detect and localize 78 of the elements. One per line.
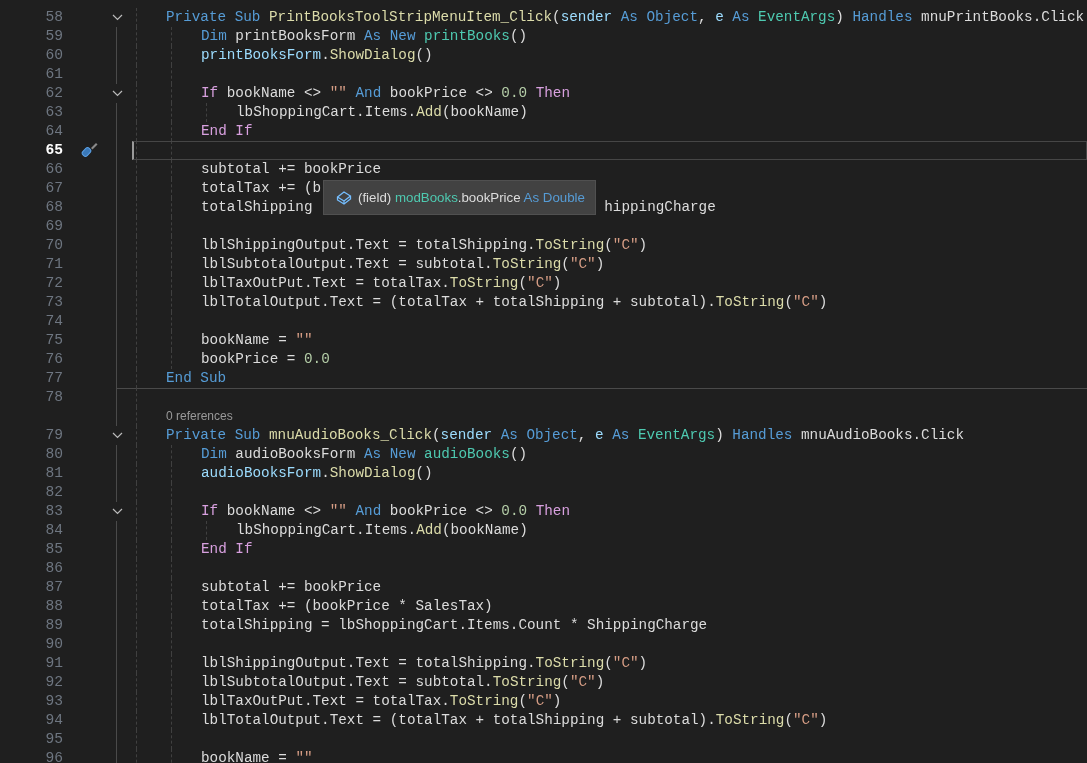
line-number: 63 [44, 102, 63, 122]
line-number: 60 [44, 45, 63, 65]
code-line: totalTax += (b [201, 178, 322, 198]
code-line: totalShipping = lbShoppingCart.Items.Count * ShippingCharge [201, 615, 708, 635]
code-line: End If [201, 121, 253, 141]
line-number: 66 [44, 159, 63, 179]
line-number: 70 [44, 235, 63, 255]
line-number: 94 [44, 710, 63, 730]
references-link[interactable]: 0 references [166, 406, 233, 426]
line-number: 86 [44, 558, 63, 578]
line-number: 87 [44, 577, 63, 597]
line-number: 91 [44, 653, 63, 673]
code-line: subtotal += bookPrice [201, 577, 382, 597]
line-number: 90 [44, 634, 63, 654]
code-line: subtotal += bookPrice [201, 159, 382, 179]
chevron-down-icon[interactable] [111, 89, 123, 97]
line-number: 82 [44, 482, 63, 502]
line-number: 89 [44, 615, 63, 635]
line-number: 65 [44, 140, 63, 160]
code-line: If bookName <> "" And bookPrice <> 0.0 Then [201, 501, 570, 521]
line-number: 73 [44, 292, 63, 312]
code-line: lblSubtotalOutput.Text = subtotal.ToString("C") [201, 254, 605, 274]
line-number: 76 [44, 349, 63, 369]
tooltip-text: (field) modBooks.bookPrice As Double [358, 190, 585, 205]
code-line: lblTaxOutPut.Text = totalTax.ToString("C") [201, 273, 562, 293]
code-line: If bookName <> "" And bookPrice <> 0.0 Then [201, 83, 570, 103]
screwdriver-icon[interactable] [80, 140, 99, 160]
line-number: 58 [44, 7, 63, 27]
line-number: 85 [44, 539, 63, 559]
code-line: lblSubtotalOutput.Text = subtotal.ToString("C") [201, 672, 605, 692]
line-number: 79 [44, 425, 63, 445]
code-line: lblTaxOutPut.Text = totalTax.ToString("C") [201, 691, 562, 711]
code-line: hippingCharge [604, 197, 716, 217]
code-line: bookName = "" [201, 330, 313, 350]
code-line: bookPrice = 0.0 [201, 349, 330, 369]
line-number: 62 [44, 83, 63, 103]
line-number: 83 [44, 501, 63, 521]
line-number: 74 [44, 311, 63, 331]
line-number: 59 [44, 26, 63, 46]
line-number: 81 [44, 463, 63, 483]
code-line: Dim audioBooksForm As New audioBooks() [201, 444, 528, 464]
code-line: lblShippingOutput.Text = totalShipping.ToString("C") [201, 235, 648, 255]
code-line: audioBooksForm.ShowDialog() [201, 463, 433, 483]
chevron-down-icon[interactable] [111, 13, 123, 21]
code-line: totalTax += (bookPrice * SalesTax) [201, 596, 493, 616]
code-line: Private Sub PrintBooksToolStripMenuItem_Click(sender As Object, e As EventArgs) Handles mnuPrintBooks.Click [166, 7, 1085, 27]
code-line: totalShipping [201, 197, 313, 217]
code-line: lblTotalOutput.Text = (totalTax + totalShipping + subtotal).ToString("C") [201, 292, 828, 312]
line-number: 88 [44, 596, 63, 616]
line-number: 78 [44, 387, 63, 407]
line-number: 84 [44, 520, 63, 540]
line-number: 67 [44, 178, 63, 198]
line-number: 77 [44, 368, 63, 388]
code-line: lblTotalOutput.Text = (totalTax + totalShipping + subtotal).ToString("C") [201, 710, 828, 730]
line-number: 68 [44, 197, 63, 217]
line-number: 96 [44, 748, 63, 763]
line-number: 80 [44, 444, 63, 464]
code-line: bookName = "" [201, 748, 313, 763]
line-number: 69 [44, 216, 63, 236]
code-line: Dim printBooksForm As New printBooks() [201, 26, 528, 46]
field-icon [336, 189, 352, 206]
chevron-down-icon[interactable] [111, 431, 123, 439]
code-line: lblShippingOutput.Text = totalShipping.ToString("C") [201, 653, 648, 673]
line-number: 71 [44, 254, 63, 274]
code-line: End If [201, 539, 253, 559]
code-line: lbShoppingCart.Items.Add(bookName) [236, 102, 528, 122]
line-number: 93 [44, 691, 63, 711]
line-number: 95 [44, 729, 63, 749]
code-line: End Sub [166, 368, 227, 388]
code-line: lbShoppingCart.Items.Add(bookName) [236, 520, 528, 540]
chevron-down-icon[interactable] [111, 507, 123, 515]
line-number: 64 [44, 121, 63, 141]
line-number: 61 [44, 64, 63, 84]
line-number: 72 [44, 273, 63, 293]
line-number: 92 [44, 672, 63, 692]
line-number: 75 [44, 330, 63, 350]
code-line: printBooksForm.ShowDialog() [201, 45, 433, 65]
code-line: Private Sub mnuAudioBooks_Click(sender As Object, e As EventArgs) Handles mnuAudioBooks.Click [166, 425, 964, 445]
